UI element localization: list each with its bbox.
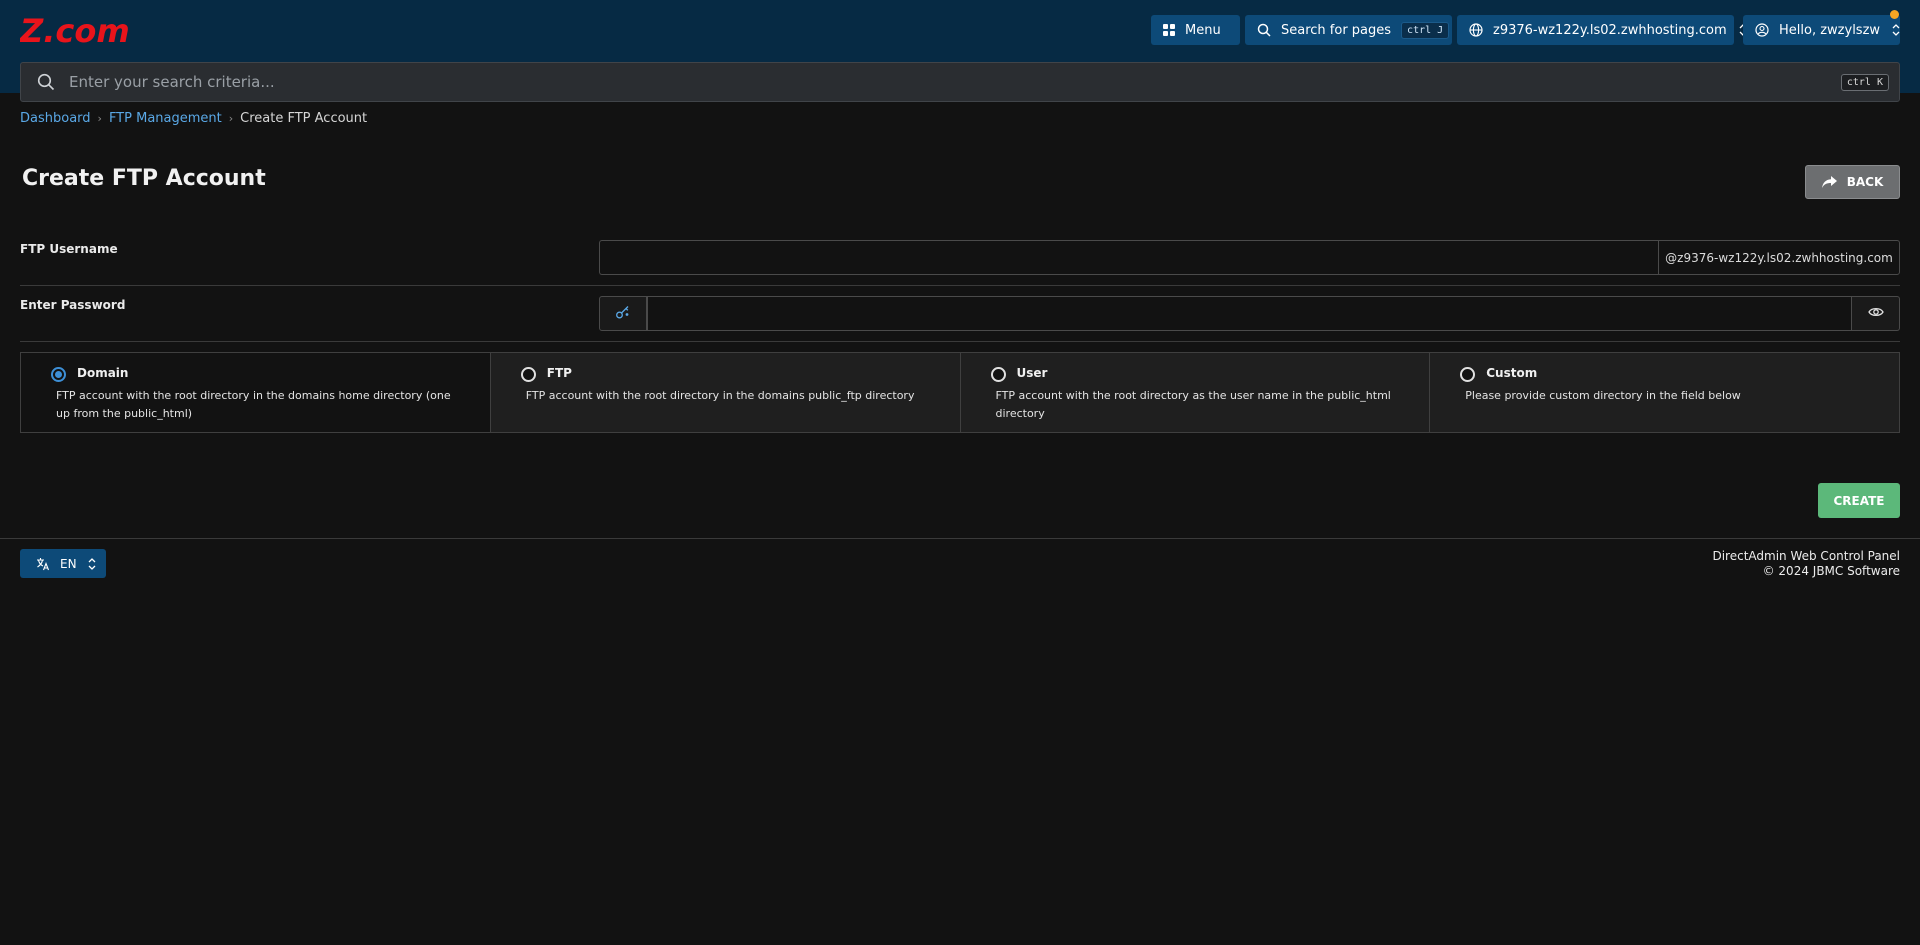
option-user-label: User [1016, 366, 1048, 380]
ftp-username-domain-suffix: @z9376-wz122y.ls02.zwhhosting.com [1658, 240, 1900, 275]
global-search-shortcut: ctrl K [1840, 73, 1889, 91]
language-value: EN [60, 556, 77, 571]
directory-type-options: Domain FTP account with the root directo… [20, 352, 1900, 433]
ftp-username-label: FTP Username [20, 242, 118, 256]
divider [20, 285, 1900, 286]
search-icon [37, 73, 55, 91]
ftp-username-input[interactable] [599, 240, 1658, 275]
footer-divider [0, 538, 1920, 539]
footer-copyright: © 2024 JBMC Software [1762, 564, 1900, 578]
password-input[interactable] [647, 296, 1852, 331]
language-select[interactable]: EN [20, 549, 106, 578]
translate-icon [36, 557, 50, 571]
eye-icon [1867, 306, 1884, 322]
option-user-desc: FTP account with the root directory as t… [995, 389, 1391, 420]
option-custom-desc: Please provide custom directory in the f… [1465, 389, 1741, 402]
zcom-logo[interactable]: Z.com [20, 12, 176, 48]
notification-dot [1890, 10, 1899, 19]
option-ftp[interactable]: FTP FTP account with the root directory … [490, 353, 961, 432]
chevron-up-down-icon [1892, 24, 1900, 36]
globe-icon [1469, 23, 1483, 37]
search-pages-button[interactable]: Search for pages ctrl J [1245, 15, 1452, 45]
option-custom-label: Custom [1486, 366, 1538, 380]
option-ftp-label: FTP [546, 366, 572, 380]
global-search-input[interactable]: Enter your search criteria... [69, 73, 1841, 91]
menu-button[interactable]: Menu [1151, 15, 1240, 45]
option-domain-desc: FTP account with the root directory in t… [56, 389, 451, 420]
key-icon [615, 304, 631, 324]
divider [20, 341, 1900, 342]
breadcrumb: Dashboard › FTP Management › Create FTP … [20, 111, 367, 126]
option-domain-label: Domain [77, 366, 129, 380]
toggle-password-visibility-button[interactable] [1852, 296, 1900, 331]
share-arrow-icon [1821, 176, 1837, 188]
radio-user[interactable] [990, 367, 1006, 382]
footer-info: DirectAdmin Web Control Panel © 2024 JBM… [1712, 549, 1900, 579]
menu-label: Menu [1185, 22, 1221, 38]
search-icon [1257, 23, 1271, 37]
back-button[interactable]: BACK [1805, 165, 1900, 199]
domain-select[interactable]: z9376-wz122y.ls02.zwhhosting.com [1457, 15, 1747, 45]
chevron-right-icon: › [97, 112, 102, 125]
generate-password-button[interactable] [599, 296, 647, 331]
user-menu-button[interactable]: Hello, zwzylszw [1743, 15, 1900, 45]
global-search-bar[interactable]: Enter your search criteria... ctrl K [20, 62, 1900, 102]
user-circle-icon [1755, 23, 1769, 37]
user-greeting: Hello, zwzylszw [1779, 22, 1881, 38]
chevron-up-down-icon [88, 557, 96, 570]
radio-custom[interactable] [1460, 367, 1476, 382]
top-header: Z.com Menu Search for pages ctrl J z9376… [0, 0, 1920, 102]
breadcrumb-ftp-management[interactable]: FTP Management [109, 111, 222, 126]
back-label: BACK [1846, 175, 1884, 189]
breadcrumb-current: Create FTP Account [240, 111, 368, 126]
option-domain[interactable]: Domain FTP account with the root directo… [21, 353, 491, 432]
password-label: Enter Password [20, 298, 126, 312]
domain-select-value: z9376-wz122y.ls02.zwhhosting.com [1493, 22, 1727, 38]
grid-icon [1163, 24, 1175, 36]
search-pages-shortcut: ctrl J [1401, 21, 1450, 39]
breadcrumb-dashboard[interactable]: Dashboard [20, 111, 91, 126]
option-user[interactable]: User FTP account with the root directory… [960, 353, 1431, 432]
chevron-right-icon: › [228, 112, 234, 125]
footer-product: DirectAdmin Web Control Panel [1712, 549, 1900, 563]
search-pages-label: Search for pages [1281, 22, 1392, 38]
svg-text:Z.com: Z.com [20, 12, 130, 48]
option-custom[interactable]: Custom Please provide custom directory i… [1430, 353, 1899, 432]
create-button[interactable]: CREATE [1818, 483, 1900, 518]
radio-ftp[interactable] [520, 367, 536, 382]
option-ftp-desc: FTP account with the root directory in t… [525, 389, 915, 402]
radio-domain[interactable] [51, 367, 66, 382]
page-title: Create FTP Account [22, 166, 266, 191]
